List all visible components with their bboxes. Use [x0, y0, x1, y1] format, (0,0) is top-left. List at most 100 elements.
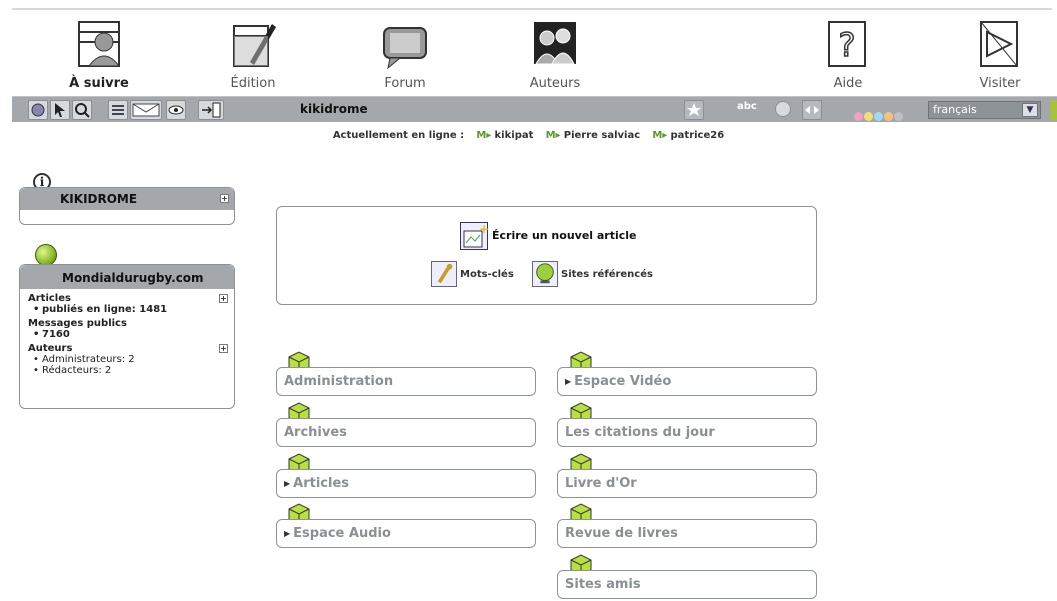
expand-triangle-icon[interactable]: ▶: [284, 479, 290, 488]
rubric-label: Les citations du jour: [565, 425, 715, 440]
authors-heading: Auteurs +: [28, 343, 228, 354]
rubric-archives[interactable]: Archives: [276, 418, 536, 447]
keywords-label: Mots-clés: [460, 269, 514, 280]
globe-site-icon: [532, 261, 558, 287]
color-dot[interactable]: [854, 112, 863, 121]
online-label: Actuellement en ligne :: [332, 130, 465, 141]
nav-visiter[interactable]: Visiter: [945, 14, 1055, 91]
nav-label: Visiter: [979, 76, 1021, 91]
color-dot[interactable]: [884, 112, 893, 121]
rubric-label: Espace Vidéo: [574, 374, 672, 389]
rubric-label-wrap: ▶ Articles: [284, 476, 349, 491]
globe-icon: [35, 244, 57, 266]
kikidrome-header: KIKIDROME +: [20, 188, 234, 210]
list-icon[interactable]: [108, 100, 128, 120]
rubric-espace-video[interactable]: ▶ Espace Vidéo: [557, 367, 817, 396]
eye-icon[interactable]: [166, 100, 186, 120]
rubric-label: Articles: [293, 476, 350, 491]
svg-text:?: ?: [839, 26, 856, 64]
expand-icon[interactable]: [802, 100, 822, 120]
svg-text:+: +: [479, 223, 489, 236]
rubric-revue-de-livres[interactable]: Revue de livres: [557, 519, 817, 548]
nav-forum[interactable]: Forum: [350, 14, 460, 91]
articles-published: publiés en ligne: 1481: [33, 304, 226, 315]
nav-a-suivre[interactable]: À suivre: [44, 14, 154, 91]
online-user[interactable]: kikipat: [495, 130, 534, 141]
write-article-button[interactable]: + Écrire un nouvel article: [460, 222, 637, 250]
messages-heading: Messages publics: [28, 318, 127, 329]
nav-label: Édition: [230, 76, 276, 91]
rubric-label: Livre d'Or: [565, 476, 637, 491]
expand-triangle-icon[interactable]: ▶: [284, 529, 290, 538]
keywords-button[interactable]: Mots-clés: [431, 261, 514, 287]
online-user[interactable]: patrice26: [671, 130, 725, 141]
pen-icon: [233, 24, 276, 67]
color-dot[interactable]: [864, 112, 873, 121]
referenced-sites-label: Sites référencés: [561, 269, 653, 280]
rubric-citations-du-jour[interactable]: Les citations du jour: [557, 418, 817, 447]
site-stats-box: Mondialdurugby.com Articles + publiés en…: [19, 264, 235, 409]
write-article-label: Écrire un nouvel article: [492, 229, 637, 242]
nav-edition[interactable]: Édition: [198, 14, 308, 91]
expand-plus-icon[interactable]: +: [219, 344, 228, 353]
online-user[interactable]: Pierre salviac: [564, 130, 640, 141]
editors-count: Rédacteurs: 2: [33, 365, 226, 376]
kikidrome-box: KIKIDROME +: [19, 187, 235, 225]
group-icon: [534, 22, 576, 65]
settings-icon[interactable]: [775, 101, 791, 117]
nav-label: À suivre: [69, 76, 129, 91]
spellcheck-icon[interactable]: abc: [737, 101, 757, 112]
rubric-label: Administration: [284, 374, 394, 389]
rubric-label-wrap: ▶ Espace Audio: [284, 526, 391, 541]
expand-triangle-icon[interactable]: ▶: [565, 377, 571, 386]
messages-count: 7160: [33, 329, 226, 340]
star-icon[interactable]: [684, 100, 704, 120]
user-arrow-icon: M▸: [545, 130, 561, 141]
toolbar: kikidrome abc français ▼: [12, 96, 1057, 122]
expand-plus-icon[interactable]: +: [220, 194, 229, 203]
new-article-panel: + Écrire un nouvel article Mots-clés Sit…: [276, 206, 817, 305]
toolbar-end-icon[interactable]: [1050, 100, 1057, 120]
user-arrow-icon: M▸: [476, 130, 492, 141]
rubric-sites-amis[interactable]: Sites amis: [557, 570, 817, 599]
admins-count: Administrateurs: 2: [33, 354, 226, 365]
speech-bubble-icon: [383, 27, 427, 70]
site-stats-title: Mondialdurugby.com: [62, 271, 204, 285]
nav-label: Auteurs: [529, 76, 581, 91]
help-icon: ?: [828, 21, 866, 67]
rubric-label-wrap: ▶ Espace Vidéo: [565, 374, 671, 389]
color-palette[interactable]: [854, 106, 904, 125]
articles-heading: Articles +: [28, 293, 228, 304]
cursor-icon[interactable]: [50, 100, 70, 120]
rubric-label: Revue de livres: [565, 526, 678, 541]
top-divider: [12, 8, 1052, 10]
kikidrome-title: KIKIDROME: [60, 192, 138, 206]
new-article-icon: +: [460, 222, 489, 250]
rubric-espace-audio[interactable]: ▶ Espace Audio: [276, 519, 536, 548]
expand-plus-icon[interactable]: +: [219, 294, 228, 303]
color-dot[interactable]: [874, 112, 883, 121]
rubric-label: Archives: [284, 425, 347, 440]
site-stats-header: Mondialdurugby.com: [20, 265, 234, 289]
user-arrow-icon: M▸: [652, 130, 668, 141]
referenced-sites-button[interactable]: Sites référencés: [532, 261, 653, 287]
rubric-articles[interactable]: ▶ Articles: [276, 469, 536, 498]
key-icon: [431, 261, 457, 287]
online-users: Actuellement en ligne : M▸ kikipat M▸ Pi…: [0, 130, 1057, 141]
mail-icon[interactable]: [130, 100, 162, 120]
zoom-icon[interactable]: [72, 100, 92, 120]
rubric-label: Sites amis: [565, 577, 641, 592]
rubric-livre-dor[interactable]: Livre d'Or: [557, 469, 817, 498]
nav-label: Aide: [833, 76, 863, 91]
language-select[interactable]: français ▼: [928, 101, 1041, 119]
color-dot[interactable]: [894, 112, 903, 121]
nav-auteurs[interactable]: Auteurs: [500, 14, 610, 91]
rubric-administration[interactable]: Administration: [276, 367, 536, 396]
home-icon[interactable]: [28, 100, 48, 120]
exit-icon[interactable]: [198, 100, 224, 120]
chevron-down-icon[interactable]: ▼: [1022, 103, 1038, 117]
rubric-label: Espace Audio: [293, 526, 391, 541]
site-name[interactable]: kikidrome: [300, 102, 368, 116]
nav-aide[interactable]: ? Aide: [793, 14, 903, 91]
person-icon: [78, 21, 121, 67]
